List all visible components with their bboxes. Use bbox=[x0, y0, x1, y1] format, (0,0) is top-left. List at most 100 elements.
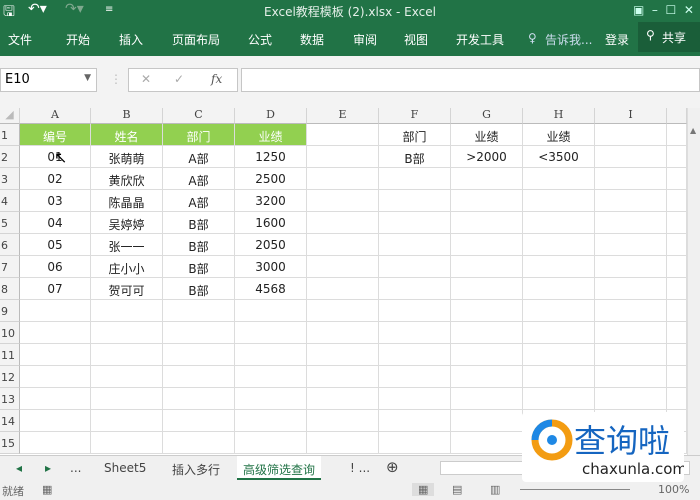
row-header-12[interactable]: 12 bbox=[0, 366, 20, 388]
row-header-13[interactable]: 13 bbox=[0, 388, 20, 410]
criteria-value-cell[interactable]: B部 bbox=[379, 146, 451, 168]
criteria-value-cell[interactable]: >2000 bbox=[451, 146, 523, 168]
column-header-I[interactable]: I bbox=[595, 108, 667, 124]
cell[interactable] bbox=[595, 168, 667, 190]
cell[interactable] bbox=[379, 234, 451, 256]
column-header-A[interactable]: A bbox=[20, 108, 91, 124]
table-cell[interactable]: 吴婷婷 bbox=[91, 212, 163, 234]
cell[interactable] bbox=[91, 344, 163, 366]
cell[interactable] bbox=[163, 410, 235, 432]
cell[interactable] bbox=[667, 256, 687, 278]
cell[interactable] bbox=[451, 234, 523, 256]
cell[interactable] bbox=[379, 410, 451, 432]
table-cell[interactable]: 2500 bbox=[235, 168, 307, 190]
column-header-D[interactable]: D bbox=[235, 108, 307, 124]
cell[interactable] bbox=[163, 432, 235, 454]
criteria-header-cell[interactable]: 业绩 bbox=[523, 124, 595, 146]
table-cell[interactable]: 3200 bbox=[235, 190, 307, 212]
chevron-down-icon[interactable]: ▼ bbox=[84, 73, 91, 83]
cell[interactable] bbox=[523, 366, 595, 388]
cell[interactable] bbox=[163, 322, 235, 344]
insert-function-button[interactable]: fx bbox=[211, 72, 222, 86]
row-header-9[interactable]: 9 bbox=[0, 300, 20, 322]
cell[interactable] bbox=[667, 212, 687, 234]
add-sheet-button[interactable]: ⊕ bbox=[386, 458, 399, 476]
cell[interactable] bbox=[451, 278, 523, 300]
row-header-4[interactable]: 4 bbox=[0, 190, 20, 212]
row-header-1[interactable]: 1 bbox=[0, 124, 20, 146]
tab-developer[interactable]: 开发工具 bbox=[456, 31, 504, 48]
sheet-tab-insert-rows[interactable]: 插入多行 bbox=[172, 461, 220, 478]
macro-record-icon[interactable]: ▦ bbox=[42, 483, 52, 496]
table-cell[interactable]: B部 bbox=[163, 234, 235, 256]
table-cell[interactable]: A部 bbox=[163, 168, 235, 190]
formula-input[interactable] bbox=[241, 68, 700, 92]
cell[interactable] bbox=[235, 322, 307, 344]
cell[interactable] bbox=[91, 432, 163, 454]
cell[interactable] bbox=[379, 322, 451, 344]
tab-formulas[interactable]: 公式 bbox=[248, 31, 272, 48]
cell[interactable] bbox=[307, 124, 379, 146]
row-header-8[interactable]: 8 bbox=[0, 278, 20, 300]
cell[interactable] bbox=[451, 322, 523, 344]
cell[interactable] bbox=[667, 234, 687, 256]
cell[interactable] bbox=[20, 344, 91, 366]
cell[interactable] bbox=[307, 212, 379, 234]
cell[interactable] bbox=[595, 124, 667, 146]
cell[interactable] bbox=[523, 168, 595, 190]
cell[interactable] bbox=[163, 366, 235, 388]
cell[interactable] bbox=[235, 366, 307, 388]
next-sheet-button[interactable]: ▸ bbox=[45, 461, 51, 475]
cell[interactable] bbox=[451, 212, 523, 234]
table-cell[interactable]: 陈晶晶 bbox=[91, 190, 163, 212]
criteria-value-cell[interactable]: <3500 bbox=[523, 146, 595, 168]
cell[interactable] bbox=[451, 300, 523, 322]
cell[interactable] bbox=[451, 388, 523, 410]
cell[interactable] bbox=[307, 388, 379, 410]
cell[interactable] bbox=[667, 168, 687, 190]
column-header-extra[interactable] bbox=[667, 108, 687, 124]
cell[interactable] bbox=[307, 146, 379, 168]
table-cell[interactable]: 黄欣欣 bbox=[91, 168, 163, 190]
cell[interactable] bbox=[379, 432, 451, 454]
cell[interactable] bbox=[451, 410, 523, 432]
cell[interactable] bbox=[163, 344, 235, 366]
cell[interactable] bbox=[20, 432, 91, 454]
cell[interactable] bbox=[307, 234, 379, 256]
cell[interactable] bbox=[20, 410, 91, 432]
cell[interactable] bbox=[667, 388, 687, 410]
cell[interactable] bbox=[667, 190, 687, 212]
vertical-scrollbar[interactable]: ▲ bbox=[687, 108, 700, 455]
table-cell[interactable]: 07 bbox=[20, 278, 91, 300]
table-cell[interactable]: 2050 bbox=[235, 234, 307, 256]
cell[interactable] bbox=[523, 344, 595, 366]
cell[interactable] bbox=[595, 344, 667, 366]
cell[interactable] bbox=[595, 256, 667, 278]
cell[interactable] bbox=[523, 300, 595, 322]
cell[interactable] bbox=[523, 256, 595, 278]
cell[interactable] bbox=[667, 322, 687, 344]
cell[interactable] bbox=[307, 410, 379, 432]
cell[interactable] bbox=[451, 190, 523, 212]
row-header-7[interactable]: 7 bbox=[0, 256, 20, 278]
cell[interactable] bbox=[91, 388, 163, 410]
cell[interactable] bbox=[379, 366, 451, 388]
cell[interactable] bbox=[235, 388, 307, 410]
table-cell[interactable]: 06 bbox=[20, 256, 91, 278]
cell[interactable] bbox=[451, 344, 523, 366]
table-cell[interactable]: 03 bbox=[20, 190, 91, 212]
tab-review[interactable]: 审阅 bbox=[353, 31, 377, 48]
cell[interactable] bbox=[451, 432, 523, 454]
tab-insert[interactable]: 插入 bbox=[119, 31, 143, 48]
table-cell[interactable]: 1250 bbox=[235, 146, 307, 168]
table-cell[interactable]: B部 bbox=[163, 212, 235, 234]
table-cell[interactable]: 05 bbox=[20, 234, 91, 256]
table-cell[interactable]: B部 bbox=[163, 278, 235, 300]
row-header-10[interactable]: 10 bbox=[0, 322, 20, 344]
more-sheets-button[interactable]: ... bbox=[70, 461, 81, 475]
share-button[interactable]: ⚲ 共享 bbox=[638, 22, 700, 52]
cell[interactable] bbox=[595, 278, 667, 300]
cell[interactable] bbox=[307, 344, 379, 366]
column-header-F[interactable]: F bbox=[379, 108, 451, 124]
table-cell[interactable]: A部 bbox=[163, 146, 235, 168]
